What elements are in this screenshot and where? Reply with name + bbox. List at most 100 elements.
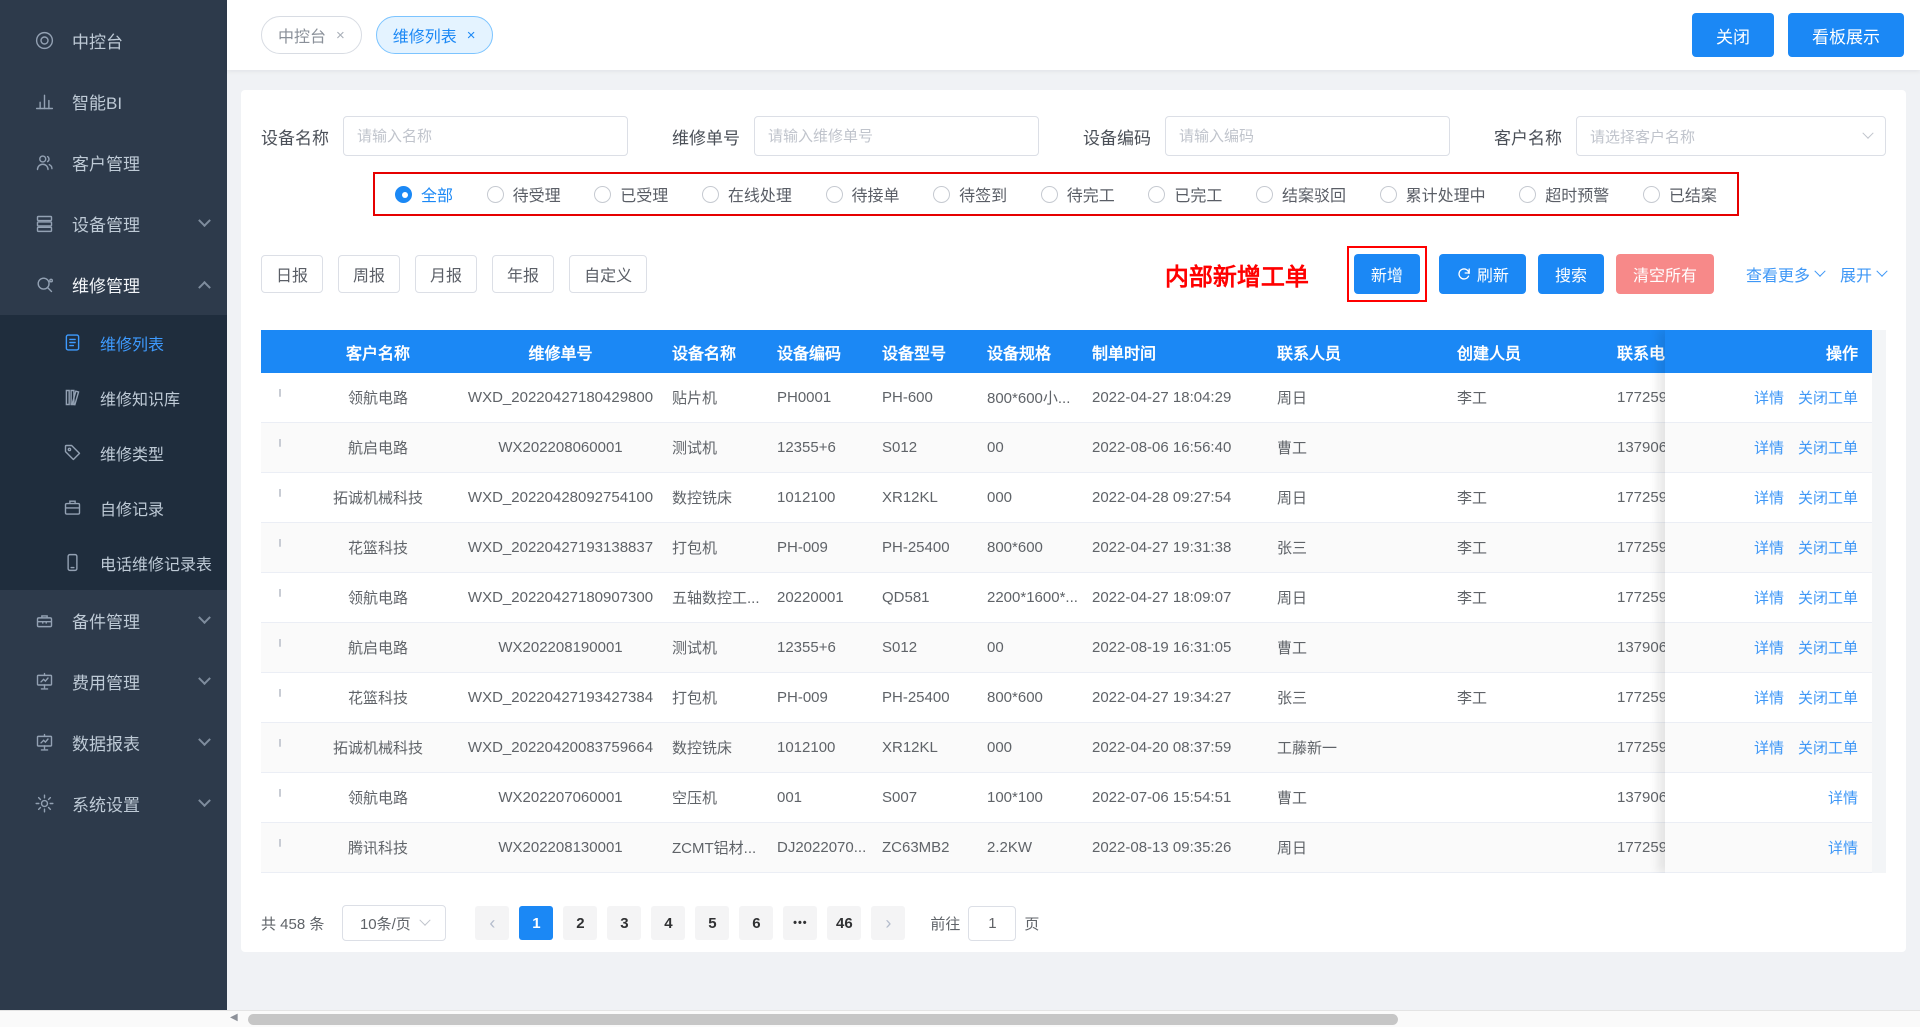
close-order-link[interactable]: 关闭工单	[1798, 687, 1858, 708]
table-cell: 2022-07-06 15:54:51	[1092, 789, 1277, 806]
close-tab-icon[interactable]: ×	[467, 27, 476, 44]
phone-icon	[62, 552, 83, 573]
kanban-display-button[interactable]: 看板展示	[1788, 13, 1904, 57]
table-cell: S012	[882, 439, 987, 456]
page-button-1[interactable]: 1	[519, 906, 553, 940]
sidebar-item-维修类型[interactable]: 维修类型	[0, 425, 227, 480]
status-radio-全部[interactable]: 全部	[395, 182, 453, 206]
refresh-button[interactable]: 刷新	[1439, 254, 1526, 294]
view-more-link[interactable]: 查看更多	[1746, 262, 1824, 286]
row-checkbox[interactable]	[279, 389, 281, 397]
tab-维修列表[interactable]: 维修列表×	[376, 16, 493, 54]
close-order-link[interactable]: 关闭工单	[1798, 587, 1858, 608]
page-button-3[interactable]: 3	[607, 906, 641, 940]
goto-page-input[interactable]	[968, 906, 1016, 941]
sidebar: 中控台智能BI客户管理设备管理维修管理维修列表维修知识库维修类型自修记录电话维修…	[0, 0, 227, 1010]
close-order-link[interactable]: 关闭工单	[1798, 437, 1858, 458]
row-checkbox[interactable]	[279, 739, 281, 747]
status-radio-待接单[interactable]: 待接单	[826, 182, 900, 206]
report-button-月报[interactable]: 月报	[415, 255, 477, 293]
table-cell: WX202208130001	[457, 839, 672, 856]
close-tab-icon[interactable]: ×	[336, 27, 345, 44]
prev-page-button[interactable]: ‹	[475, 906, 509, 940]
row-checkbox[interactable]	[279, 789, 281, 797]
status-radio-结案驳回[interactable]: 结案驳回	[1256, 182, 1346, 206]
row-checkbox[interactable]	[279, 439, 281, 447]
table-cell: 张三	[1277, 687, 1457, 708]
page-button-2[interactable]: 2	[563, 906, 597, 940]
clear-all-button[interactable]: 清空所有	[1616, 254, 1714, 294]
sidebar-item-设备管理[interactable]: 设备管理	[0, 193, 227, 254]
detail-link[interactable]: 详情	[1754, 387, 1784, 408]
close-button[interactable]: 关闭	[1692, 13, 1774, 57]
expand-link[interactable]: 展开	[1840, 262, 1886, 286]
sidebar-item-维修管理[interactable]: 维修管理	[0, 254, 227, 315]
status-radio-待受理[interactable]: 待受理	[487, 182, 561, 206]
close-order-link[interactable]: 关闭工单	[1798, 487, 1858, 508]
sidebar-item-电话维修记录表[interactable]: 电话维修记录表	[0, 535, 227, 590]
close-order-link[interactable]: 关闭工单	[1798, 637, 1858, 658]
row-checkbox[interactable]	[279, 639, 281, 647]
page-button-4[interactable]: 4	[651, 906, 685, 940]
detail-link[interactable]: 详情	[1754, 537, 1784, 558]
table-scrollbar-track[interactable]	[1872, 330, 1886, 873]
goto-label: 前往	[930, 913, 960, 934]
search-button[interactable]: 搜索	[1538, 254, 1604, 294]
detail-link[interactable]: 详情	[1754, 487, 1784, 508]
row-checkbox[interactable]	[279, 839, 281, 847]
radio-label: 累计处理中	[1406, 182, 1486, 206]
close-order-link[interactable]: 关闭工单	[1798, 737, 1858, 758]
detail-link[interactable]: 详情	[1828, 787, 1858, 808]
horizontal-scrollbar[interactable]: ◀	[0, 1010, 1920, 1027]
status-radio-累计处理中[interactable]: 累计处理中	[1380, 182, 1486, 206]
work-order-table: 客户名称维修单号设备名称设备编码设备型号设备规格制单时间联系人员创建人员联系电话…	[261, 330, 1886, 873]
detail-link[interactable]: 详情	[1754, 687, 1784, 708]
status-radio-超时预警[interactable]: 超时预警	[1519, 182, 1609, 206]
row-checkbox[interactable]	[279, 689, 281, 697]
sidebar-item-费用管理[interactable]: 费用管理	[0, 651, 227, 712]
radio-circle-icon	[1643, 186, 1660, 203]
detail-link[interactable]: 详情	[1754, 737, 1784, 758]
device-code-input[interactable]	[1165, 116, 1450, 156]
sidebar-item-自修记录[interactable]: 自修记录	[0, 480, 227, 535]
sidebar-item-数据报表[interactable]: 数据报表	[0, 712, 227, 773]
sidebar-item-备件管理[interactable]: 备件管理	[0, 590, 227, 651]
report-button-日报[interactable]: 日报	[261, 255, 323, 293]
page-button-5[interactable]: 5	[695, 906, 729, 940]
horizontal-scrollbar-thumb[interactable]	[248, 1014, 1398, 1025]
detail-link[interactable]: 详情	[1754, 637, 1784, 658]
status-radio-待完工[interactable]: 待完工	[1041, 182, 1115, 206]
sidebar-item-智能BI[interactable]: 智能BI	[0, 71, 227, 132]
add-button[interactable]: 新增	[1354, 254, 1420, 294]
order-no-input[interactable]	[754, 116, 1039, 156]
status-radio-已结案[interactable]: 已结案	[1643, 182, 1717, 206]
page-button-46[interactable]: 46	[827, 906, 861, 940]
report-button-周报[interactable]: 周报	[338, 255, 400, 293]
row-checkbox[interactable]	[279, 489, 281, 497]
close-order-link[interactable]: 关闭工单	[1798, 537, 1858, 558]
device-name-input[interactable]	[343, 116, 628, 156]
detail-link[interactable]: 详情	[1754, 437, 1784, 458]
sidebar-item-维修知识库[interactable]: 维修知识库	[0, 370, 227, 425]
status-radio-待签到[interactable]: 待签到	[933, 182, 1007, 206]
report-button-年报[interactable]: 年报	[492, 255, 554, 293]
close-order-link[interactable]: 关闭工单	[1798, 387, 1858, 408]
status-radio-在线处理[interactable]: 在线处理	[702, 182, 792, 206]
tab-中控台[interactable]: 中控台×	[261, 16, 362, 54]
detail-link[interactable]: 详情	[1754, 587, 1784, 608]
sidebar-item-客户管理[interactable]: 客户管理	[0, 132, 227, 193]
sidebar-item-系统设置[interactable]: 系统设置	[0, 773, 227, 834]
status-radio-已完工[interactable]: 已完工	[1148, 182, 1222, 206]
detail-link[interactable]: 详情	[1828, 837, 1858, 858]
report-button-自定义[interactable]: 自定义	[569, 255, 647, 293]
sidebar-item-维修列表[interactable]: 维修列表	[0, 315, 227, 370]
status-radio-已受理[interactable]: 已受理	[594, 182, 668, 206]
scroll-left-arrow-icon[interactable]: ◀	[230, 1012, 238, 1023]
page-button-6[interactable]: 6	[739, 906, 773, 940]
sidebar-item-中控台[interactable]: 中控台	[0, 10, 227, 71]
row-checkbox[interactable]	[279, 589, 281, 597]
page-size-select[interactable]: 10条/页	[342, 905, 446, 941]
next-page-button[interactable]: ›	[871, 906, 905, 940]
customer-name-select[interactable]: 请选择客户名称	[1576, 116, 1886, 156]
row-checkbox[interactable]	[279, 539, 281, 547]
